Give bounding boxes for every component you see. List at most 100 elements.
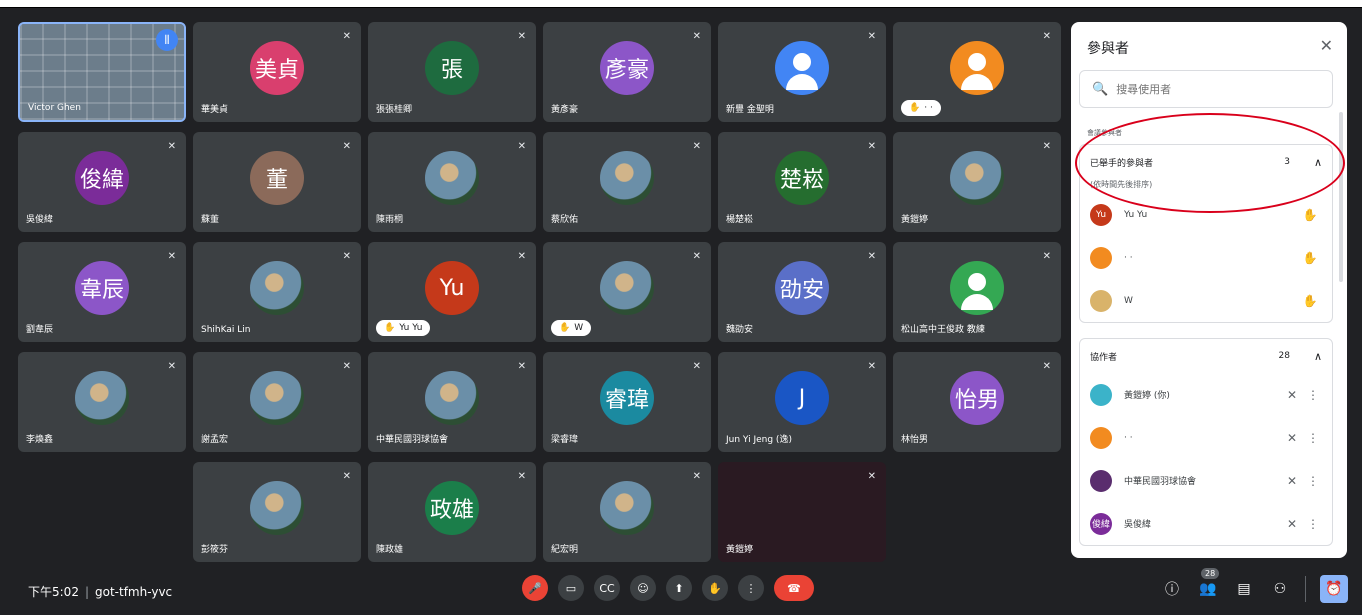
mic-off-icon: ✕: [342, 251, 351, 262]
participant-tile[interactable]: Yu ✕ ✋ Yu Yu: [368, 242, 536, 342]
chat-icon[interactable]: ▤: [1233, 578, 1255, 600]
participant-tile[interactable]: 韋辰 ✕ 劉韋辰: [18, 242, 186, 342]
participant-tile[interactable]: 劭安 ✕ 魏劭安: [718, 242, 886, 342]
hand-icon[interactable]: ✋: [1298, 251, 1322, 265]
search-input[interactable]: [1116, 82, 1317, 96]
participant-row[interactable]: W ✋: [1080, 279, 1332, 322]
participant-tile[interactable]: 張 ✕ 張張桂卿: [368, 22, 536, 122]
avatar: [1090, 383, 1112, 406]
mic-off-icon[interactable]: ✕: [1280, 388, 1304, 402]
participant-tile[interactable]: ✕ ShihKai Lin: [193, 242, 361, 342]
camera-button[interactable]: ▭: [558, 575, 584, 601]
participant-tile[interactable]: ✕ 中華民國羽球協會: [368, 352, 536, 452]
mic-off-button[interactable]: 🎤: [522, 575, 548, 601]
participant-tile[interactable]: 彥豪 ✕ 黃彥豪: [543, 22, 711, 122]
more-vert-icon[interactable]: ⋮: [1304, 517, 1322, 531]
participant-tile[interactable]: ✕ 黃鎧婷: [718, 462, 886, 562]
avatar: [950, 261, 1004, 315]
participants-panel: 參與者 ✕ 🔍 會議參與者 已舉手的參與者 3 ∧ (依時間先後排序) YuYu…: [1071, 22, 1347, 558]
participant-tile[interactable]: ✕ 蔡欣佑: [543, 132, 711, 232]
participant-name: ShihKai Lin: [201, 325, 251, 335]
participant-tile[interactable]: ✕ 李煥鑫: [18, 352, 186, 452]
participant-tile[interactable]: 俊緯 ✕ 吳俊緯: [18, 132, 186, 232]
host-controls-icon[interactable]: ⏰: [1320, 575, 1348, 603]
participants-badge: 28: [1201, 568, 1220, 579]
avatar: [250, 371, 304, 425]
participant-tile[interactable]: ✕ 黃鎧婷: [893, 132, 1061, 232]
participant-tile[interactable]: J ✕ Jun Yi Jeng (逸): [718, 352, 886, 452]
participant-tile[interactable]: ✕ ✋ W: [543, 242, 711, 342]
avatar: [950, 151, 1004, 205]
avatar: [425, 371, 479, 425]
collaborators-header[interactable]: 協作者 28 ∧: [1080, 339, 1332, 373]
participant-tile[interactable]: ✕ 陳雨桐: [368, 132, 536, 232]
more-vert-icon[interactable]: ⋮: [1304, 474, 1322, 488]
mic-off-icon: ✕: [1042, 251, 1051, 262]
participant-name: W: [574, 323, 584, 333]
avatar: 楚崧: [775, 151, 829, 205]
participant-tile[interactable]: 怡男 ✕ 林怡男: [893, 352, 1061, 452]
raised-hand-chip: ✋ · ·: [901, 100, 941, 116]
annotation-ellipse: [1075, 113, 1345, 213]
emoji-button[interactable]: ☺: [630, 575, 656, 601]
more-vert-icon[interactable]: ⋮: [1304, 431, 1322, 445]
participant-name: Jun Yi Jeng (逸): [726, 435, 792, 445]
mic-off-icon[interactable]: ✕: [1280, 517, 1304, 531]
captions-button[interactable]: CC: [594, 575, 620, 601]
present-button[interactable]: ⬆: [666, 575, 692, 601]
mic-off-icon[interactable]: ✕: [1280, 474, 1304, 488]
participant-tile[interactable]: ⦀ Victor Ghen: [18, 22, 186, 122]
mic-off-icon[interactable]: ✕: [1280, 431, 1304, 445]
more-options-button[interactable]: ⋮: [738, 575, 764, 601]
mic-off-icon: ✕: [867, 471, 876, 482]
avatar: J: [775, 371, 829, 425]
more-vert-icon[interactable]: ⋮: [1304, 388, 1322, 402]
close-icon[interactable]: ✕: [1320, 36, 1333, 55]
avatar: [950, 41, 1004, 95]
participant-tile[interactable]: 美貞 ✕ 華美貞: [193, 22, 361, 122]
mic-off-icon: ✕: [692, 31, 701, 42]
participant-tile[interactable]: 政雄 ✕ 陳政雄: [368, 462, 536, 562]
participant-tile[interactable]: ✕ 新豐 金聖明: [718, 22, 886, 122]
raise-hand-button[interactable]: ✋: [702, 575, 728, 601]
participant-row[interactable]: 中華民國羽球協會 ✕ ⋮: [1080, 459, 1332, 502]
divider: [1305, 576, 1306, 602]
panel-title: 參與者: [1087, 41, 1129, 57]
search-field[interactable]: 🔍: [1079, 70, 1333, 108]
leave-call-button[interactable]: ☎: [774, 575, 814, 601]
participant-row[interactable]: · · ✕ ⋮: [1080, 416, 1332, 459]
participant-name: 魏劭安: [726, 325, 754, 335]
mic-off-icon: ✕: [517, 471, 526, 482]
chevron-up-icon[interactable]: ∧: [1314, 350, 1322, 363]
activities-icon[interactable]: ⚇: [1269, 578, 1291, 600]
panel-scrollbar[interactable]: [1339, 112, 1343, 282]
avatar: 劭安: [775, 261, 829, 315]
mic-off-icon: ✕: [692, 361, 701, 372]
participant-name: 謝孟宏: [201, 435, 229, 445]
participant-tile[interactable]: ✕ ✋ · ·: [893, 22, 1061, 122]
participant-tile[interactable]: ✕ 彭筱芬: [193, 462, 361, 562]
hand-icon[interactable]: ✋: [1298, 294, 1322, 308]
participant-row[interactable]: 俊緯 吳俊緯 ✕ ⋮: [1080, 502, 1332, 545]
info-icon[interactable]: ⓘ: [1161, 578, 1183, 600]
participant-tile[interactable]: 董 ✕ 蘇董: [193, 132, 361, 232]
mic-off-icon: ✕: [1042, 31, 1051, 42]
people-icon[interactable]: 👥 28: [1197, 568, 1220, 600]
participant-name: 華美貞: [201, 105, 229, 115]
participant-tile[interactable]: ✕ 紀宏明: [543, 462, 711, 562]
audio-level-icon[interactable]: ⦀: [156, 29, 178, 51]
participant-row[interactable]: · · ✋: [1080, 236, 1332, 279]
mic-off-icon: ✕: [1042, 361, 1051, 372]
hand-icon[interactable]: ✋: [1298, 208, 1322, 222]
avatar: 董: [250, 151, 304, 205]
hand-icon: ✋: [909, 103, 921, 113]
participant-tile[interactable]: ✕ 謝孟宏: [193, 352, 361, 452]
avatar: [425, 151, 479, 205]
participant-row[interactable]: 黃鎧婷 (你) ✕ ⋮: [1080, 373, 1332, 416]
participant-tile[interactable]: 睿瑋 ✕ 梁睿瑋: [543, 352, 711, 452]
participant-name: 紀宏明: [551, 545, 579, 555]
participant-tile[interactable]: ✕ 松山高中王俊政 教練: [893, 242, 1061, 342]
participant-tile[interactable]: 楚崧 ✕ 楊楚崧: [718, 132, 886, 232]
participant-name: 蔡欣佑: [551, 215, 579, 225]
avatar: [1090, 246, 1112, 269]
